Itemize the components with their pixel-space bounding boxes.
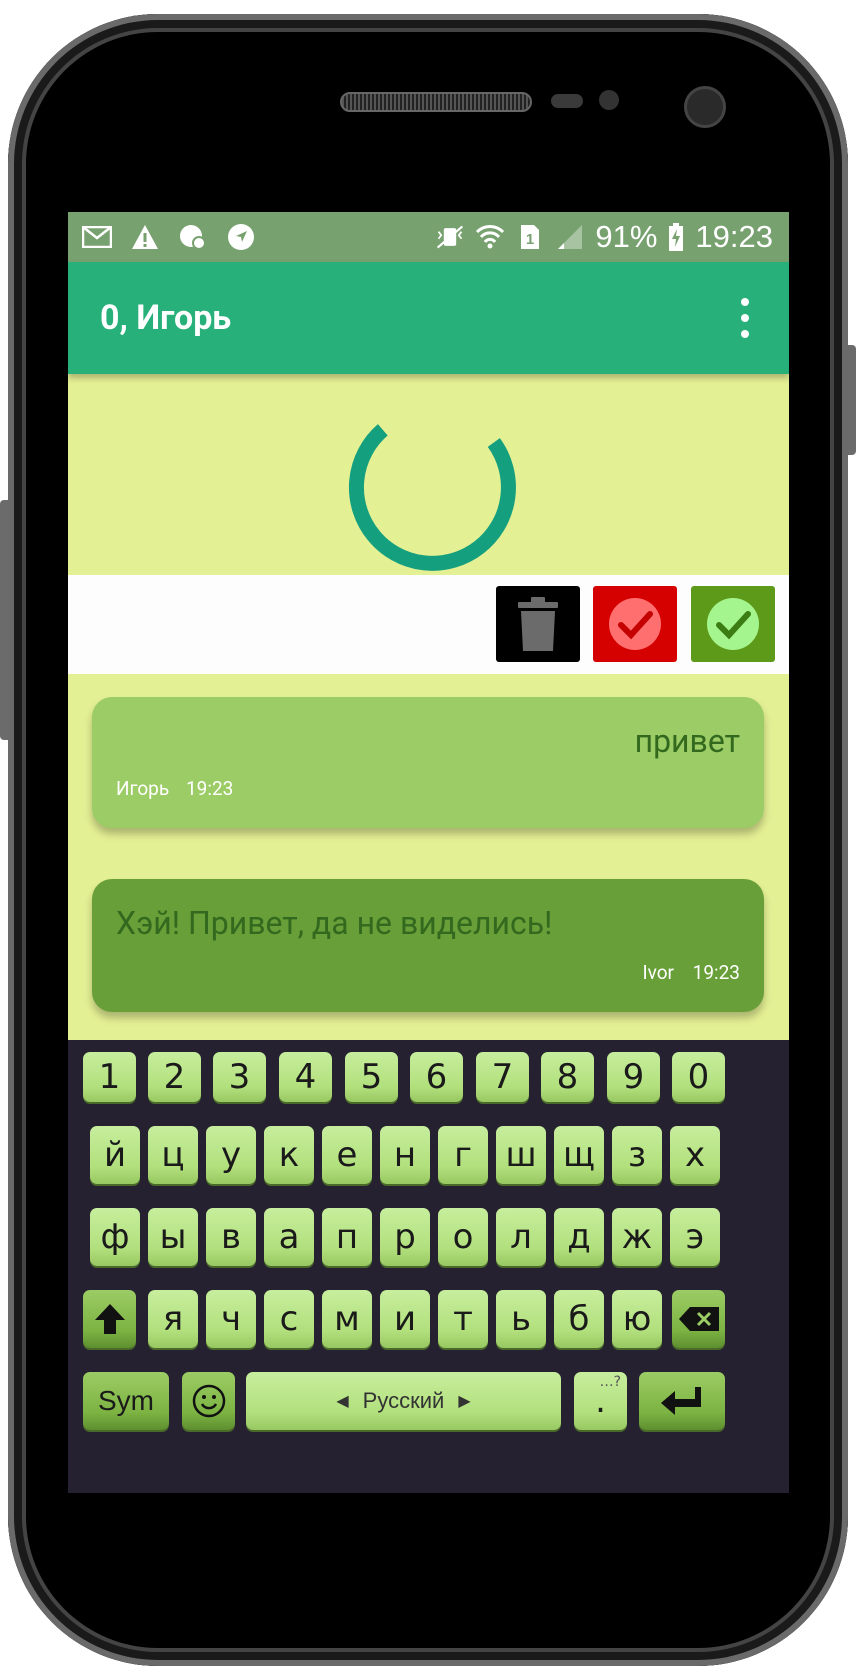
space-key[interactable]: ◀ Русский ▶ — [246, 1372, 561, 1430]
key[interactable]: 6 — [410, 1052, 463, 1102]
key[interactable]: 8 — [541, 1052, 594, 1102]
status-bar: 1 91% 19:23 — [68, 212, 789, 262]
navigation-icon — [226, 222, 256, 252]
sym-key[interactable]: Sym — [83, 1372, 169, 1430]
key[interactable]: 4 — [279, 1052, 332, 1102]
svg-text:1: 1 — [526, 231, 534, 248]
key[interactable]: й — [90, 1126, 140, 1184]
key[interactable]: 2 — [148, 1052, 201, 1102]
key[interactable]: ш — [496, 1126, 546, 1184]
message-text: привет — [634, 722, 740, 760]
light-sensor — [599, 90, 619, 110]
trash-icon — [518, 597, 558, 651]
key[interactable]: 1 — [83, 1052, 136, 1102]
key[interactable]: 3 — [213, 1052, 266, 1102]
reject-button[interactable] — [593, 586, 677, 662]
message-author: Ivor — [642, 961, 674, 984]
key[interactable]: я — [148, 1290, 198, 1348]
warning-icon — [130, 222, 160, 252]
keyboard: 1 2 3 4 5 6 7 8 9 0 й ц у к е н г ш щ з … — [68, 1040, 789, 1493]
app-bar: 0, Игорь — [68, 262, 789, 374]
message-time: 19:23 — [692, 961, 740, 984]
key[interactable]: в — [206, 1208, 256, 1266]
key[interactable]: ю — [612, 1290, 662, 1348]
enter-icon — [661, 1387, 701, 1415]
mail-icon — [82, 222, 112, 252]
key[interactable]: х — [670, 1126, 720, 1184]
overflow-menu-icon[interactable] — [735, 298, 755, 338]
vibrate-icon — [435, 222, 465, 252]
key[interactable]: ф — [90, 1208, 140, 1266]
key[interactable]: л — [496, 1208, 546, 1266]
key[interactable]: ц — [148, 1126, 198, 1184]
power-button — [848, 345, 856, 455]
message-bubble[interactable]: Хэй! Привет, да не виделись! Ivor 19:23 — [92, 879, 764, 1012]
key[interactable]: 9 — [607, 1052, 660, 1102]
key[interactable]: д — [554, 1208, 604, 1266]
earpiece-speaker — [340, 92, 532, 112]
key[interactable]: а — [264, 1208, 314, 1266]
delete-button[interactable] — [496, 586, 580, 662]
loading-area — [68, 374, 789, 574]
key[interactable]: 7 — [476, 1052, 529, 1102]
shift-key[interactable] — [83, 1290, 136, 1348]
volume-button — [0, 500, 8, 740]
key[interactable]: п — [322, 1208, 372, 1266]
clock: 19:23 — [695, 219, 773, 254]
accept-button[interactable] — [691, 586, 775, 662]
key[interactable]: б — [554, 1290, 604, 1348]
key[interactable]: 0 — [672, 1052, 725, 1102]
front-camera — [684, 86, 726, 128]
battery-percent: 91% — [595, 219, 658, 254]
wifi-icon — [475, 222, 505, 252]
key[interactable]: о — [438, 1208, 488, 1266]
key[interactable]: ь — [496, 1290, 546, 1348]
sync-icon — [178, 222, 208, 252]
key[interactable]: ч — [206, 1290, 256, 1348]
enter-key[interactable] — [639, 1372, 725, 1430]
key[interactable]: 5 — [345, 1052, 398, 1102]
period-hint: …? — [599, 1374, 621, 1390]
key[interactable]: г — [438, 1126, 488, 1184]
screen: 1 91% 19:23 0, Игорь привет Игорь 19:23 … — [68, 212, 789, 1493]
emoji-icon — [192, 1384, 225, 1418]
message-text: Хэй! Привет, да не виделись! — [116, 904, 553, 942]
backspace-key[interactable] — [672, 1290, 725, 1348]
signal-icon — [555, 222, 585, 252]
key[interactable]: т — [438, 1290, 488, 1348]
key[interactable]: к — [264, 1126, 314, 1184]
key[interactable]: и — [380, 1290, 430, 1348]
key[interactable]: е — [322, 1126, 372, 1184]
key[interactable]: у — [206, 1126, 256, 1184]
key[interactable]: з — [612, 1126, 662, 1184]
battery-charging-icon — [667, 222, 685, 252]
emoji-key[interactable] — [182, 1372, 235, 1430]
check-green-icon — [707, 598, 759, 650]
message-time: 19:23 — [186, 777, 234, 800]
key[interactable]: ы — [148, 1208, 198, 1266]
chevron-right-icon: ▶ — [458, 1393, 471, 1410]
language-label: Русский — [362, 1388, 445, 1413]
page-title: 0, Игорь — [100, 298, 232, 338]
message-bubble[interactable]: привет Игорь 19:23 — [92, 697, 764, 828]
sim-icon: 1 — [515, 222, 545, 252]
chevron-left-icon: ◀ — [336, 1393, 349, 1410]
shift-icon — [94, 1304, 125, 1334]
key[interactable]: с — [264, 1290, 314, 1348]
action-row — [68, 575, 789, 674]
key[interactable]: э — [670, 1208, 720, 1266]
loading-spinner-icon — [348, 424, 516, 571]
key[interactable]: р — [380, 1208, 430, 1266]
key[interactable]: м — [322, 1290, 372, 1348]
key[interactable]: щ — [554, 1126, 604, 1184]
key[interactable]: ж — [612, 1208, 662, 1266]
check-red-icon — [609, 598, 661, 650]
message-author: Игорь — [116, 777, 170, 800]
key[interactable]: н — [380, 1126, 430, 1184]
backspace-icon — [678, 1307, 719, 1331]
period-key[interactable]: …? . — [574, 1372, 627, 1430]
proximity-sensor — [551, 94, 583, 108]
